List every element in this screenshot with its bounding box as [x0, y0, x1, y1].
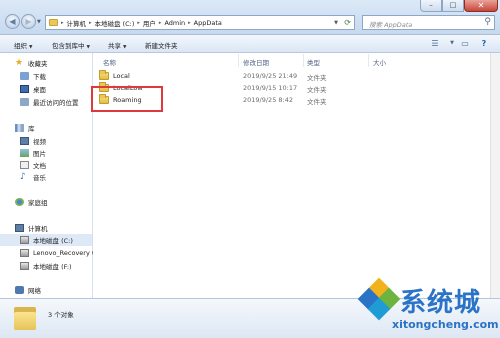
column-divider[interactable] — [303, 54, 304, 67]
file-type: 文件夹 — [307, 86, 327, 94]
annotation-highlight-box — [91, 86, 163, 112]
maximize-button[interactable]: □ — [442, 0, 464, 12]
column-divider[interactable] — [368, 54, 369, 67]
dropdown-arrow-icon: ▼ — [29, 45, 33, 50]
column-header-type[interactable]: 类型 — [307, 57, 320, 67]
address-dropdown-icon[interactable]: ▼ — [334, 20, 338, 26]
close-button[interactable]: ✕ — [464, 0, 498, 12]
star-icon: ★ — [15, 58, 24, 68]
command-bar: 组织 ▼ 包含到库中 ▼ 共享 ▼ 新建文件夹 ☰ ▼ ▭ ? — [0, 35, 500, 53]
share-button[interactable]: 共享 ▼ — [108, 40, 126, 50]
history-dropdown-icon[interactable]: ▼ — [37, 19, 41, 25]
dropdown-arrow-icon: ▼ — [86, 45, 90, 50]
file-type: 文件夹 — [307, 98, 327, 106]
breadcrumb-computer[interactable]: 计算机 — [67, 18, 87, 28]
dropdown-arrow-icon: ▼ — [123, 45, 127, 50]
chevron-right-icon[interactable]: ▸ — [188, 20, 191, 26]
music-icon: ♪ — [20, 172, 26, 182]
downloads-icon — [20, 72, 29, 80]
table-row[interactable]: Local 2019/9/25 21:49 文件夹 — [93, 70, 493, 82]
folder-icon — [49, 19, 58, 26]
nav-drive-c[interactable]: 本地磁盘 (C:) — [0, 234, 92, 246]
preview-pane-icon[interactable]: ▭ — [458, 38, 472, 49]
search-icon[interactable]: ⚲ — [484, 17, 491, 27]
minimize-button[interactable]: – — [420, 0, 442, 12]
network-icon — [15, 286, 24, 294]
libraries-icon — [15, 124, 24, 132]
watermark-brand: 系统城 — [400, 288, 482, 318]
pictures-icon — [20, 149, 29, 157]
watermark-logo-icon — [357, 277, 401, 321]
file-name: Local — [113, 72, 130, 80]
desktop-icon — [20, 85, 29, 93]
item-count: 3 个对象 — [48, 311, 74, 319]
back-button[interactable]: ◀ — [5, 14, 20, 29]
videos-icon — [20, 137, 29, 145]
navigation-pane: ★ 收藏夹 下载 桌面 最近访问的位置 库 视频 图片 文档 ♪ 音乐 家庭组 … — [0, 53, 94, 298]
column-header-modified[interactable]: 修改日期 — [243, 57, 269, 67]
new-folder-button[interactable]: 新建文件夹 — [145, 40, 178, 50]
breadcrumb-users[interactable]: 用户 — [143, 18, 156, 28]
refresh-icon[interactable]: ⟳ — [344, 18, 351, 27]
breadcrumb-drive-c[interactable]: 本地磁盘 (C:) — [95, 18, 135, 28]
include-in-library-button[interactable]: 包含到库中 ▼ — [52, 40, 90, 50]
help-icon[interactable]: ? — [477, 38, 491, 49]
column-header-size[interactable]: 大小 — [373, 57, 386, 67]
view-options-icon[interactable]: ☰ — [428, 38, 442, 49]
drive-icon — [20, 249, 29, 257]
breadcrumb-admin[interactable]: Admin — [164, 19, 185, 27]
file-modified: 2019/9/25 21:49 — [243, 72, 298, 80]
folder-icon — [99, 70, 109, 80]
chevron-right-icon[interactable]: ▸ — [61, 20, 64, 26]
drive-icon — [20, 262, 29, 270]
breadcrumb-appdata[interactable]: AppData — [194, 19, 222, 27]
forward-button[interactable]: ▶ — [21, 14, 36, 29]
file-modified: 2019/9/25 8:42 — [243, 96, 293, 104]
column-divider[interactable] — [238, 54, 239, 67]
homegroup-icon — [15, 198, 24, 206]
chevron-right-icon[interactable]: ▸ — [159, 20, 162, 26]
drive-icon — [20, 236, 29, 244]
computer-icon — [15, 224, 24, 232]
watermark-url: xitongcheng.com — [392, 318, 499, 331]
organize-button[interactable]: 组织 ▼ — [14, 40, 32, 50]
folder-icon — [14, 304, 36, 330]
file-type: 文件夹 — [307, 74, 327, 82]
address-field[interactable]: ▸ 计算机 ▸ 本地磁盘 (C:) ▸ 用户 ▸ Admin ▸ AppData… — [45, 15, 355, 30]
view-dropdown-icon[interactable]: ▼ — [445, 38, 459, 49]
documents-icon — [20, 161, 29, 169]
search-placeholder: 搜索 AppData — [369, 21, 413, 29]
recent-places-icon — [20, 98, 29, 106]
file-modified: 2019/9/15 10:17 — [243, 84, 298, 92]
vertical-scrollbar[interactable] — [490, 53, 500, 298]
chevron-right-icon[interactable]: ▸ — [89, 20, 92, 26]
chevron-right-icon[interactable]: ▸ — [137, 20, 140, 26]
column-header-name[interactable]: 名称 — [103, 57, 116, 67]
search-input[interactable]: 搜索 AppData ⚲ — [362, 15, 495, 30]
address-bar-region: – □ ✕ ◀ ▶ ▼ ▸ 计算机 ▸ 本地磁盘 (C:) ▸ 用户 ▸ Adm… — [0, 0, 500, 35]
watermark: 系统城 xitongcheng.com — [357, 277, 499, 334]
